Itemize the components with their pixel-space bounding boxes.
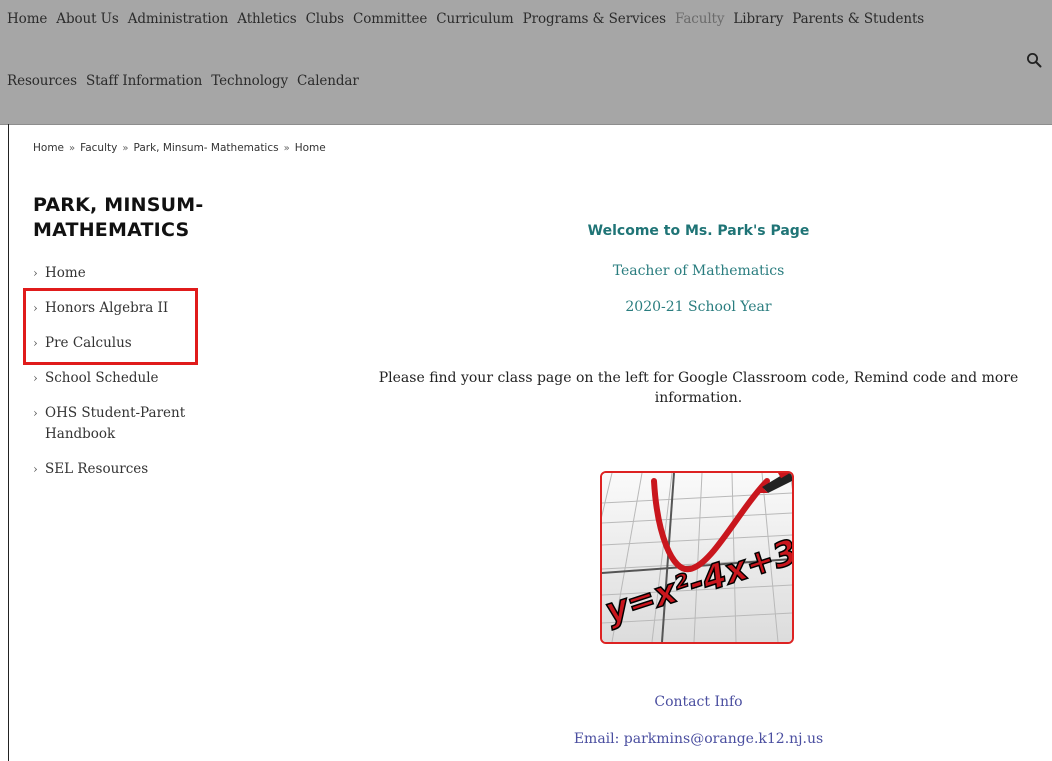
breadcrumb-faculty[interactable]: Faculty	[80, 142, 117, 154]
sidebar-menu: › Home › Honors Algebra II › Pre Calculu…	[33, 263, 203, 494]
sidebar-item-student-parent-handbook[interactable]: › OHS Student-Parent Handbook	[33, 403, 203, 445]
breadcrumb: Home » Faculty » Park, Minsum- Mathematics » H…	[33, 142, 326, 154]
instructions-text: Please find your class page on the left …	[378, 370, 1019, 406]
teacher-subtitle: Teacher of Mathematics	[612, 263, 785, 279]
breadcrumb-separator: »	[122, 143, 129, 154]
nav-link-staff-information[interactable]: Staff Information	[86, 73, 202, 89]
sidebar-title-line-2: MATHEMATICS	[33, 219, 190, 241]
sidebar-item-label: Honors Algebra II	[45, 300, 169, 316]
sidebar-item-label: SEL Resources	[45, 461, 149, 477]
email-text: Email: parkmins@orange.k12.nj.us	[573, 731, 824, 747]
welcome-heading: Welcome to Ms. Park's Page	[587, 223, 810, 239]
sidebar-title-line-1: PARK, MINSUM-	[33, 194, 204, 216]
sidebar-title: PARK, MINSUM- MATHEMATICS	[33, 193, 263, 243]
nav-link-about-us[interactable]: About Us	[56, 11, 119, 27]
nav-link-resources[interactable]: Resources	[7, 73, 77, 89]
chevron-right-icon: ›	[33, 371, 38, 385]
chevron-right-icon: ›	[33, 406, 38, 420]
contact-info-heading: Contact Info	[654, 694, 743, 710]
math-graph-image: y=x²-4x+3	[600, 471, 794, 644]
sidebar-item-pre-calculus[interactable]: › Pre Calculus	[33, 333, 203, 354]
breadcrumb-separator: »	[283, 143, 290, 154]
sidebar-item-label: Home	[45, 265, 86, 281]
sidebar-item-school-schedule[interactable]: › School Schedule	[33, 368, 203, 389]
nav-link-home[interactable]: Home	[7, 11, 47, 27]
search-icon[interactable]	[1026, 52, 1042, 68]
nav-link-faculty[interactable]: Faculty	[675, 11, 725, 27]
sidebar-item-honors-algebra-ii[interactable]: › Honors Algebra II	[33, 298, 203, 319]
nav-link-programs-services[interactable]: Programs & Services	[523, 11, 666, 27]
nav-link-athletics[interactable]: Athletics	[237, 11, 296, 27]
page: Home About Us Administration Athletics Clubs…	[0, 0, 1052, 761]
breadcrumb-separator: »	[69, 143, 76, 154]
parabola-graph-illustration: y=x²-4x+3	[602, 473, 792, 642]
school-year: 2020-21 School Year	[625, 299, 772, 315]
sidebar-item-label: Pre Calculus	[45, 335, 132, 351]
top-nav-row-2: Resources Staff Information Technology Cale…	[7, 73, 368, 89]
breadcrumb-teacher[interactable]: Park, Minsum- Mathematics	[133, 142, 278, 154]
nav-link-curriculum[interactable]: Curriculum	[436, 11, 513, 27]
sidebar-item-sel-resources[interactable]: › SEL Resources	[33, 459, 203, 480]
sidebar-item-label: School Schedule	[45, 370, 159, 386]
nav-link-library[interactable]: Library	[733, 11, 783, 27]
nav-link-administration[interactable]: Administration	[128, 11, 229, 27]
top-nav-row-1: Home About Us Administration Athletics Clubs…	[7, 11, 933, 27]
nav-link-committee[interactable]: Committee	[353, 11, 427, 27]
chevron-right-icon: ›	[33, 301, 38, 315]
sidebar-item-label: OHS Student-Parent Handbook	[45, 405, 186, 442]
nav-link-technology[interactable]: Technology	[211, 73, 288, 89]
sidebar-item-home[interactable]: › Home	[33, 263, 203, 284]
breadcrumb-home[interactable]: Home	[33, 142, 64, 154]
breadcrumb-current: Home	[294, 142, 326, 154]
nav-link-parents-students[interactable]: Parents & Students	[792, 11, 924, 27]
top-navigation: Home About Us Administration Athletics Clubs…	[0, 0, 1052, 125]
chevron-right-icon: ›	[33, 336, 38, 350]
content-left-border	[8, 124, 9, 761]
chevron-right-icon: ›	[33, 462, 38, 476]
nav-link-calendar[interactable]: Calendar	[297, 73, 359, 89]
nav-link-clubs[interactable]: Clubs	[306, 11, 345, 27]
chevron-right-icon: ›	[33, 266, 38, 280]
